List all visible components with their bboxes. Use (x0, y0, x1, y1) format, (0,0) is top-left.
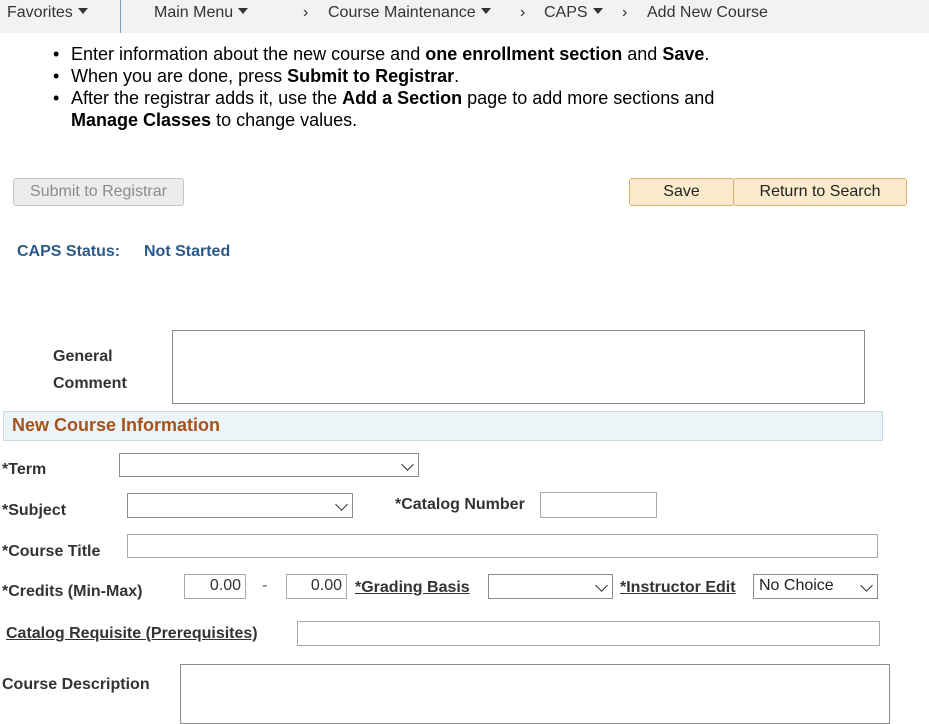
return-to-search-button[interactable]: Return to Search (733, 178, 907, 206)
grading-basis-select[interactable] (488, 574, 613, 599)
credits-min-input[interactable]: 0.00 (184, 574, 246, 599)
main-menu-label: Main Menu (154, 4, 234, 21)
chevron-down-icon (335, 498, 348, 511)
credits-max-input[interactable]: 0.00 (286, 574, 347, 599)
instructor-edit-value: No Choice (759, 577, 834, 594)
chevron-right-icon: › (622, 4, 628, 21)
breadcrumb-label: CAPS (544, 4, 588, 21)
favorites-menu[interactable]: Favorites (7, 4, 88, 22)
chevron-right-icon: › (303, 4, 309, 21)
chevron-right-icon: › (520, 4, 526, 21)
save-button[interactable]: Save (629, 178, 734, 206)
breadcrumb-add-new-course[interactable]: Add New Course (647, 4, 768, 22)
instruction-line-2: When you are done, press Submit to Regis… (71, 66, 460, 86)
general-comment-textarea[interactable] (172, 330, 865, 404)
chevron-down-icon (595, 579, 608, 592)
general-comment-label-2: Comment (53, 375, 127, 392)
instructor-edit-link[interactable]: *Instructor Edit (620, 579, 736, 597)
course-description-label: Course Description (2, 676, 150, 693)
breadcrumb-caps[interactable]: CAPS (544, 4, 603, 22)
course-title-label: *Course Title (2, 543, 101, 560)
course-description-textarea[interactable] (180, 664, 890, 724)
catalog-number-input[interactable] (540, 492, 657, 518)
chevron-down-icon (401, 458, 414, 471)
bullet: • (53, 44, 60, 64)
term-label: *Term (2, 461, 47, 478)
subject-select[interactable] (127, 493, 353, 518)
instruction-line-1: Enter information about the new course a… (71, 44, 710, 64)
instruction-line-3: After the registrar adds it, use the Add… (71, 88, 715, 108)
submit-to-registrar-button[interactable]: Submit to Registrar (13, 178, 184, 206)
general-comment-label-1: General (53, 348, 113, 365)
breadcrumb-course-maintenance[interactable]: Course Maintenance (328, 4, 491, 22)
credits-separator: - (262, 577, 268, 594)
section-title: New Course Information (12, 415, 221, 435)
caps-status-value: Not Started (144, 243, 231, 260)
breadcrumb-label: Course Maintenance (328, 4, 476, 21)
caret-down-icon (77, 8, 88, 14)
chevron-down-icon (860, 579, 873, 592)
instruction-line-4: Manage Classes to change values. (71, 110, 358, 130)
caps-status-label: CAPS Status: (17, 243, 121, 260)
grading-basis-link[interactable]: *Grading Basis (355, 579, 470, 597)
main-menu[interactable]: Main Menu (154, 4, 249, 22)
instructor-edit-select[interactable]: No Choice (753, 574, 878, 599)
nav-divider (120, 0, 121, 33)
caret-down-icon (238, 8, 249, 14)
bullet: • (53, 66, 60, 86)
favorites-label: Favorites (7, 4, 73, 21)
term-select[interactable] (119, 453, 419, 477)
caret-down-icon (480, 8, 491, 14)
bullet: • (53, 88, 60, 108)
catalog-number-label: *Catalog Number (395, 496, 525, 513)
subject-label: *Subject (2, 502, 67, 519)
caret-down-icon (592, 8, 603, 14)
catalog-requisite-link[interactable]: Catalog Requisite (Prerequisites) (6, 625, 258, 643)
credits-label: *Credits (Min-Max) (2, 583, 143, 600)
course-title-input[interactable] (127, 534, 878, 558)
catalog-requisite-input[interactable] (297, 621, 880, 646)
